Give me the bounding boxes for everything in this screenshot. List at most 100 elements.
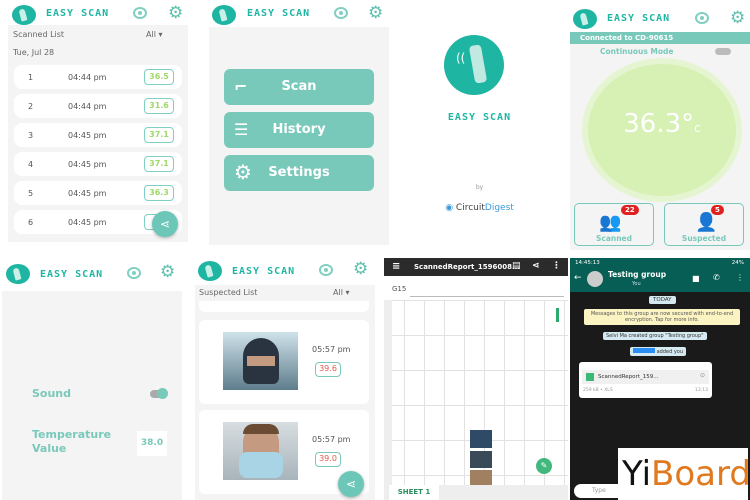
gear-icon[interactable]: ⚙ <box>168 5 183 22</box>
encryption-notice[interactable]: Messages to this group are now secured w… <box>584 309 740 325</box>
temperature-label: Temperature Value <box>32 428 112 455</box>
row-time: 04:45 pm <box>68 218 107 227</box>
video-call-icon[interactable]: ■ <box>692 274 700 283</box>
list-title: Scanned List <box>13 30 65 39</box>
settings-screen: EASY SCAN ⚙ Sound Temperature Value 38.0 <box>0 258 195 500</box>
suspected-button[interactable]: 👤 5 Suspected <box>664 203 744 246</box>
suspect-photo <box>223 422 298 480</box>
settings-label: Settings <box>268 165 330 180</box>
list-item[interactable]: 5 04:45 pm 36.3 <box>14 181 182 205</box>
phone-icon[interactable]: ✆ <box>713 273 720 282</box>
group-subtitle: You <box>632 281 641 287</box>
gear-icon[interactable]: ⚙ <box>353 261 368 278</box>
download-icon[interactable]: ⊙ <box>700 372 705 379</box>
system-message: Selvi Ma created group "Testing group" <box>603 332 707 340</box>
list-item[interactable]: 3 04:45 pm 37.1 <box>14 123 182 147</box>
continuous-mode-toggle[interactable] <box>715 48 731 55</box>
cell-reference: G15 <box>392 285 407 293</box>
list-title: Suspected List <box>199 288 258 297</box>
app-logo-icon <box>198 261 222 281</box>
scanned-image-thumb <box>470 451 492 468</box>
more-icon[interactable]: ⋮ <box>552 261 561 271</box>
gear-icon[interactable]: ⚙ <box>160 264 175 281</box>
spreadsheet-toolbar: ≡ ScannedReport_1596008... ▤ ⋖ ⋮ <box>384 258 568 276</box>
scanned-image-thumb <box>470 470 492 485</box>
group-avatar[interactable] <box>587 271 603 287</box>
share-button[interactable]: ⋖ <box>152 211 178 237</box>
history-screen: EASY SCAN ⚙ Scanned List All ▾ Tue, Jul … <box>0 0 200 245</box>
brand-title: EASY SCAN <box>607 13 671 24</box>
sound-toggle[interactable] <box>150 388 168 399</box>
scan-eye-icon[interactable] <box>695 12 709 24</box>
temp-badge: 31.6 <box>144 98 174 114</box>
formula-bar[interactable] <box>410 296 564 297</box>
brand-title: EASY SCAN <box>40 269 104 280</box>
splash-title: EASY SCAN <box>447 112 512 123</box>
sound-label: Sound <box>32 387 72 400</box>
connection-status: Connected to CD-90615 <box>570 32 750 44</box>
main-menu-screen: EASY SCAN ⚙ ⌐ Scan ☰ History ⚙ Settings <box>208 0 390 245</box>
gear-icon[interactable]: ⚙ <box>368 5 383 22</box>
suspect-photo <box>223 332 298 390</box>
file-meta: 259 kB • XLS <box>583 388 613 393</box>
scan-eye-icon[interactable] <box>127 267 141 279</box>
filter-dropdown[interactable]: All ▾ <box>146 30 162 39</box>
list-item[interactable]: 2 04:44 pm 31.6 <box>14 94 182 118</box>
back-icon[interactable]: ← <box>574 273 582 283</box>
filter-dropdown[interactable]: All ▾ <box>333 288 349 297</box>
list-item[interactable]: 4 04:45 pm 37.1 <box>14 152 182 176</box>
list-item[interactable]: 1 04:44 pm 36.5 <box>14 65 182 89</box>
sheet-tab[interactable]: SHEET 1 <box>389 485 439 500</box>
suspect-card[interactable]: 05:57 pm 39.6 <box>199 320 369 404</box>
row-index: 4 <box>28 160 34 169</box>
edit-button[interactable]: ✎ <box>536 458 552 474</box>
row-time: 04:45 pm <box>68 189 107 198</box>
reader-icon[interactable]: ▤ <box>512 261 521 271</box>
suspected-screen: EASY SCAN ⚙ Suspected List All ▾ 05:57 p… <box>195 258 380 500</box>
file-attachment[interactable]: ScannedReport_159... ⊙ <box>582 370 709 384</box>
spreadsheet-screen: ≡ ScannedReport_1596008... ▤ ⋖ ⋮ G15 ✎ S… <box>384 258 568 500</box>
scanned-button[interactable]: 👥 22 Scanned <box>574 203 654 246</box>
people-icon: 👥 <box>599 212 622 233</box>
scan-eye-icon[interactable] <box>133 7 147 19</box>
scan-eye-icon[interactable] <box>319 264 333 276</box>
by-label: by <box>475 184 484 191</box>
row-index: 5 <box>28 189 34 198</box>
temperature-input[interactable]: 38.0 <box>137 431 167 456</box>
file-message[interactable]: ScannedReport_159... ⊙ 259 kB • XLS 13:13 <box>579 362 712 398</box>
file-name: ScannedReport_1596008... <box>414 263 520 271</box>
suspected-label: Suspected <box>681 234 727 243</box>
suspect-temp-badge: 39.0 <box>315 452 341 467</box>
suspect-user-icon: 👤 <box>695 212 718 233</box>
temperature-unit: c <box>694 121 701 135</box>
scan-eye-icon[interactable] <box>334 7 348 19</box>
group-name[interactable]: Testing group <box>608 270 666 279</box>
row-index: 3 <box>28 131 34 140</box>
temp-badge: 37.1 <box>144 156 174 172</box>
app-logo-icon: (( <box>444 35 504 95</box>
circuitdigest-logo: ◉ CircuitDigest <box>445 203 514 213</box>
filter-value: All <box>146 30 156 39</box>
system-message: added you <box>630 347 687 356</box>
share-button[interactable]: ⋖ <box>338 471 364 497</box>
gear-icon[interactable]: ⚙ <box>730 10 745 27</box>
chat-screen: 14:45:13 24% ← Testing group You ■ ✆ ⋮ TO… <box>570 258 750 500</box>
scrollbar[interactable] <box>556 308 559 322</box>
spreadsheet-grid[interactable]: ✎ <box>384 300 568 485</box>
date-heading: Tue, Jul 28 <box>13 48 55 57</box>
suspect-time: 05:57 pm <box>312 345 351 354</box>
suspected-count-badge: 5 <box>711 205 724 215</box>
temp-badge: 37.1 <box>144 127 174 143</box>
suspect-time: 05:57 pm <box>312 435 351 444</box>
history-button[interactable]: ☰ History <box>224 112 374 148</box>
row-time: 04:44 pm <box>68 102 107 111</box>
suspect-temp-badge: 39.6 <box>315 362 341 377</box>
more-icon[interactable]: ⋮ <box>736 273 744 282</box>
message-time: 13:13 <box>695 388 708 393</box>
scan-button[interactable]: ⌐ Scan <box>224 69 374 105</box>
share-icon[interactable]: ⋖ <box>532 261 540 271</box>
settings-button[interactable]: ⚙ Settings <box>224 155 374 191</box>
history-label: History <box>272 122 326 137</box>
menu-icon[interactable]: ≡ <box>392 261 400 272</box>
chat-header: ← Testing group You ■ ✆ ⋮ <box>570 268 750 292</box>
